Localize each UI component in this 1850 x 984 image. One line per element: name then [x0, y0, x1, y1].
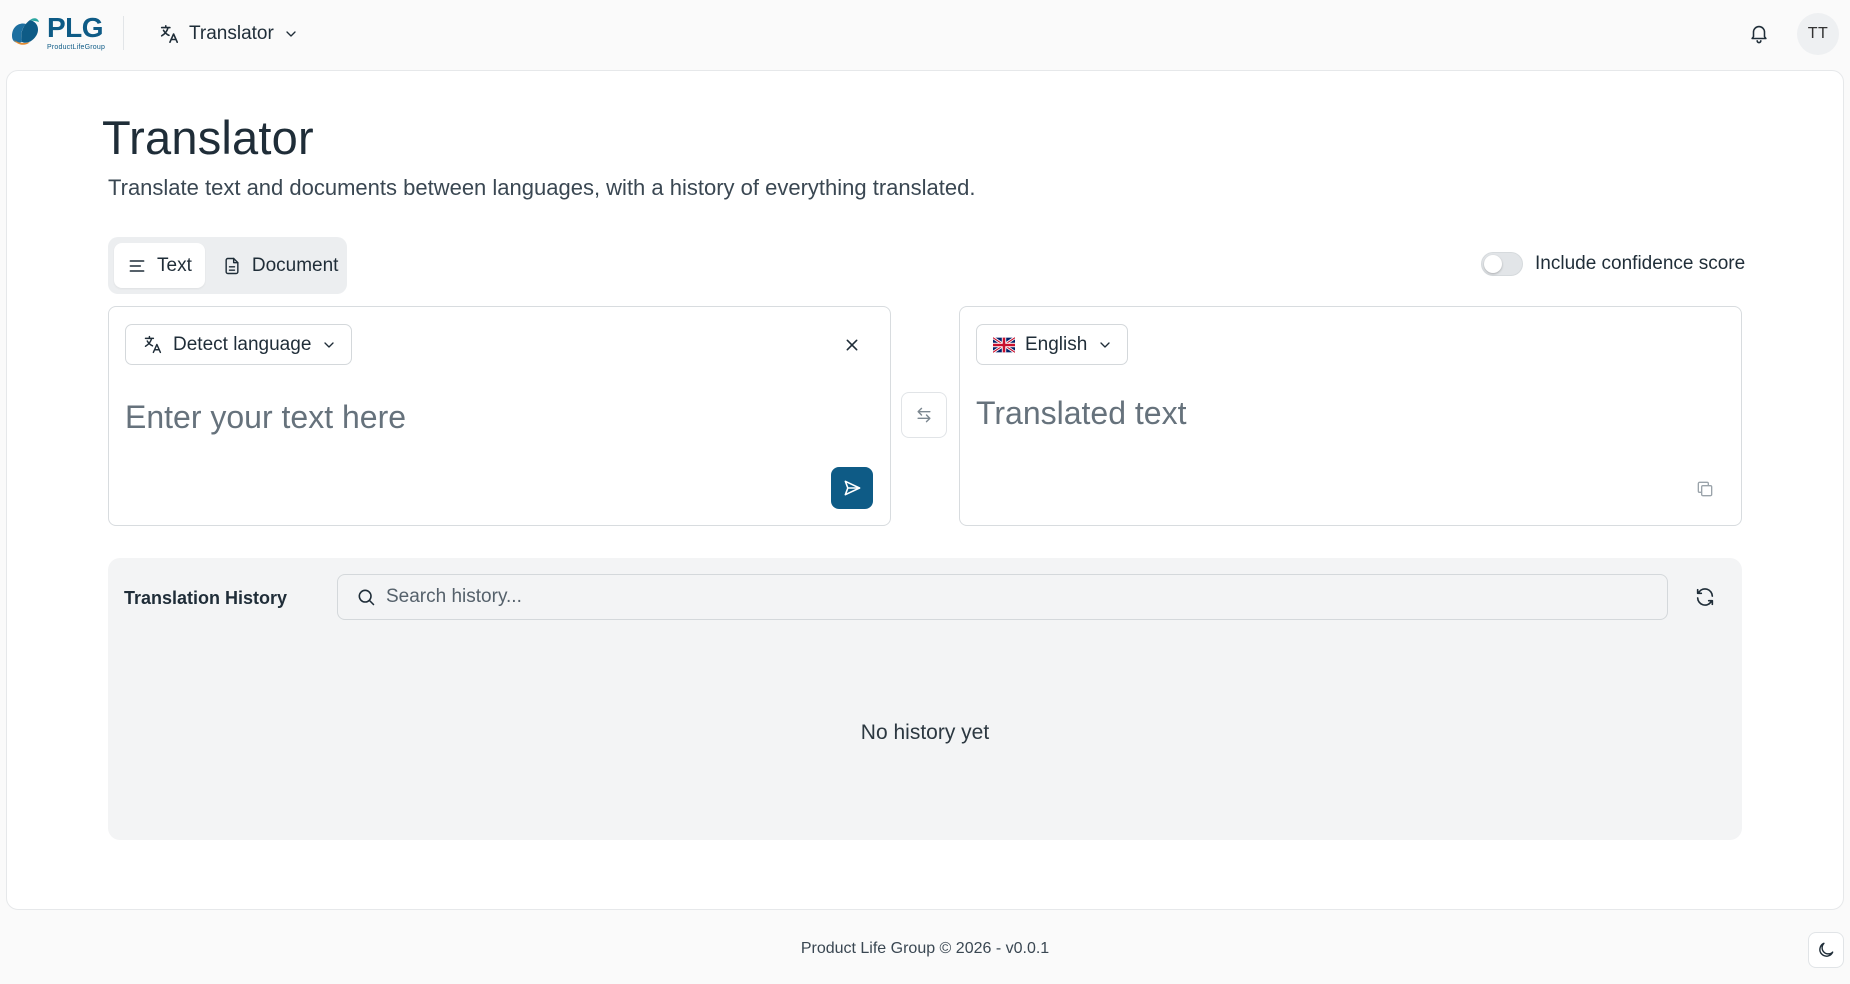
- moon-icon: [1819, 942, 1834, 957]
- app-switcher[interactable]: Translator: [158, 19, 299, 49]
- app-switcher-label: Translator: [189, 23, 274, 44]
- search-icon: [358, 589, 375, 606]
- history-search-input[interactable]: [386, 575, 1667, 619]
- toggle-knob: [1484, 255, 1502, 273]
- logo-tagline: ProductLifeGroup: [47, 44, 106, 51]
- history-empty-message: No history yet: [860, 721, 990, 744]
- logo-mark-icon: [12, 18, 39, 45]
- tab-text-label: Text: [157, 254, 192, 276]
- lines-icon: [129, 259, 145, 272]
- chevron-down-icon: [324, 341, 335, 348]
- source-language-select[interactable]: Detect language: [125, 324, 353, 365]
- document-icon: [225, 257, 239, 274]
- clear-text-button[interactable]: [840, 333, 864, 357]
- copy-translation-button[interactable]: [1693, 477, 1717, 501]
- page-title: Translator: [102, 111, 314, 164]
- footer-text: Product Life Group © 2026 - v0.0.1: [800, 940, 1050, 957]
- confidence-label: Include confidence score: [1535, 253, 1746, 274]
- plg-logo[interactable]: PLG ProductLifeGroup: [8, 14, 105, 51]
- history-title: Translation History: [124, 588, 288, 608]
- notifications-button[interactable]: [1745, 19, 1773, 47]
- logo-text: PLG ProductLifeGroup: [47, 12, 106, 52]
- close-icon: [846, 339, 858, 351]
- chevron-down-icon: [286, 31, 296, 37]
- chevron-down-icon: [1100, 341, 1110, 348]
- page-subtitle: Translate text and documents between lan…: [108, 175, 976, 200]
- translate-icon: [160, 24, 179, 44]
- tab-document[interactable]: Document: [209, 243, 352, 288]
- top-navbar: PLG ProductLifeGroup Translator TT: [0, 0, 1850, 68]
- theme-toggle-button[interactable]: [1808, 932, 1844, 968]
- confidence-option: Include confidence score: [1481, 252, 1745, 276]
- swap-languages-button[interactable]: [901, 392, 947, 438]
- mode-tabs: Text Document: [108, 237, 347, 294]
- history-search-box: [337, 574, 1668, 620]
- swap-arrows-icon: [917, 407, 931, 423]
- topbar-divider: [123, 16, 124, 50]
- logo-wordmark: PLG: [47, 12, 104, 43]
- tab-document-label: Document: [251, 254, 339, 276]
- refresh-icon: [1696, 588, 1714, 606]
- confidence-toggle[interactable]: [1481, 252, 1523, 276]
- translated-text-output: Translated text: [976, 395, 1187, 431]
- copy-icon: [1697, 481, 1713, 497]
- refresh-history-button[interactable]: [1692, 584, 1718, 610]
- tab-text[interactable]: Text: [114, 243, 205, 288]
- bell-icon: [1751, 25, 1767, 44]
- translate-send-button[interactable]: [831, 467, 873, 509]
- translation-history-panel: Translation History No history yet: [108, 558, 1742, 840]
- translate-icon: [144, 335, 162, 354]
- source-pane: Detect language: [108, 306, 891, 526]
- send-icon: [844, 480, 861, 496]
- uk-flag-icon: [993, 336, 1015, 353]
- target-language-label: English: [1025, 333, 1088, 355]
- source-language-label: Detect language: [173, 333, 312, 355]
- target-language-select[interactable]: English: [976, 324, 1129, 365]
- target-pane: English Translated text: [959, 306, 1742, 526]
- source-text-input[interactable]: [125, 392, 865, 442]
- user-avatar[interactable]: TT: [1797, 13, 1839, 55]
